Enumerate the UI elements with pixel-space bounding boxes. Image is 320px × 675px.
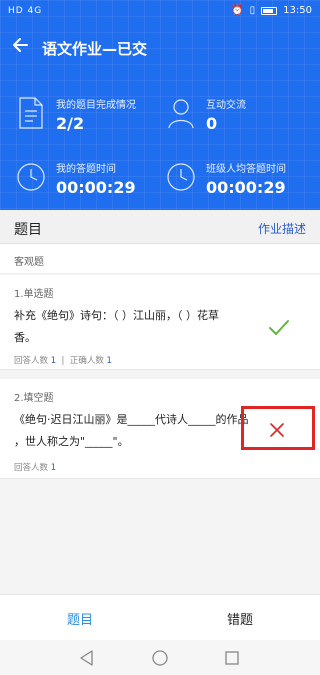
stat-value: 00:00:29 [206, 178, 286, 197]
clock: 13:50 [283, 5, 312, 16]
bottom-tab-bar: 题目 错题 [0, 594, 320, 640]
status-bar: HD 4G ⏰ ▯ 13:50 [0, 0, 320, 24]
answer-count-label: 回答人数 [14, 356, 49, 366]
wrong-x-icon [270, 423, 284, 437]
stat-value: 00:00:29 [56, 178, 136, 197]
clock-icon [17, 163, 45, 191]
vibrate-icon: ▯ [249, 5, 256, 16]
question-type: 2.填空题 [14, 393, 54, 404]
section-title: 题目 [14, 222, 42, 238]
correct-count: 1 [106, 356, 112, 366]
home-circle-icon[interactable] [151, 649, 169, 667]
system-navigation-bar [0, 640, 320, 675]
back-triangle-icon[interactable] [78, 649, 96, 667]
person-icon [168, 99, 194, 129]
battery-icon [261, 6, 278, 15]
back-arrow-icon[interactable] [10, 34, 32, 56]
header-banner: HD 4G ⏰ ▯ 13:50 语文作业—已交 我的题目完成情况 2/2 互动交… [0, 0, 320, 210]
network-indicator: HD 4G [8, 6, 43, 16]
answer-count: 1 [50, 356, 57, 366]
tab-questions[interactable]: 题目 [0, 609, 160, 628]
question-text-line-2: ，世人称之为"_____"。 [14, 435, 129, 448]
question-type: 1.单选题 [14, 289, 54, 300]
correct-check-icon [269, 320, 289, 335]
stat-label: 我的题目完成情况 [56, 100, 136, 111]
question-text-line-2: 香。 [14, 331, 36, 344]
homework-description-link[interactable]: 作业描述 [258, 220, 306, 237]
question-text-line-1: 补充《绝句》诗句：（ ）江山丽，（ ）花草 [14, 309, 219, 322]
clock-icon [167, 163, 195, 191]
app-bar: 语文作业—已交 [0, 30, 320, 64]
stat-class-avg-time: 班级人均答题时间 00:00:29 [166, 160, 316, 208]
recent-apps-square-icon[interactable] [223, 649, 241, 667]
questions-header: 题目 作业描述 [0, 210, 320, 244]
document-icon [19, 97, 43, 129]
stat-interaction[interactable]: 互动交流 0 [166, 96, 316, 144]
stat-label: 班级人均答题时间 [206, 164, 286, 175]
answer-stats: 回答人数 1 | 正确人数 1 [14, 356, 112, 366]
question-card-1[interactable]: 1.单选题 补充《绝句》诗句：（ ）江山丽，（ ）花草 香。 回答人数 1 | … [0, 275, 320, 370]
alarm-icon: ⏰ [231, 5, 244, 16]
stat-value: 0 [206, 114, 218, 133]
category-label: 客观题 [14, 257, 44, 268]
stat-label: 互动交流 [206, 100, 246, 111]
stat-value: 2/2 [56, 114, 85, 133]
category-row: 客观题 [0, 244, 320, 274]
page-title: 语文作业—已交 [42, 40, 148, 58]
question-text-line-1: 《绝句·迟日江山丽》是_____代诗人_____的作品 [14, 413, 249, 426]
stat-my-time: 我的答题时间 00:00:29 [16, 160, 166, 208]
stat-completion: 我的题目完成情况 2/2 [16, 96, 166, 144]
answer-count: 1 [50, 463, 57, 473]
correct-count-label: 正确人数 [69, 356, 104, 366]
answer-count-label: 回答人数 [14, 463, 49, 473]
tab-wrong-questions[interactable]: 错题 [160, 609, 320, 628]
answer-stats: 回答人数 1 [14, 461, 56, 473]
stat-label: 我的答题时间 [56, 164, 116, 175]
